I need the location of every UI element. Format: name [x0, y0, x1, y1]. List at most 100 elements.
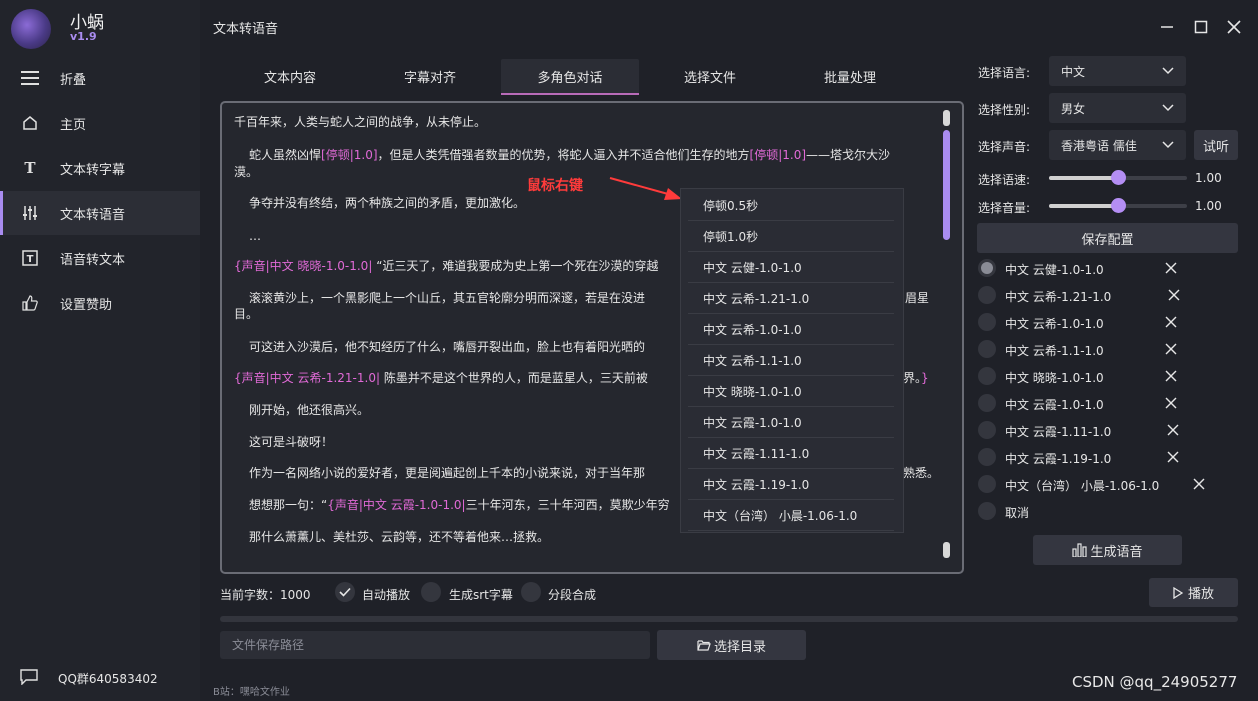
voice-list-item[interactable]: 中文 云霞-1.0-1.0	[978, 393, 1238, 415]
gender-select[interactable]: 男女	[1049, 93, 1186, 123]
scrollbar-thumb[interactable]	[943, 130, 950, 240]
remove-voice-icon[interactable]	[1165, 395, 1177, 413]
voice-list-item[interactable]: 中文 云希-1.21-1.0	[978, 285, 1238, 307]
tab-batch[interactable]: 批量处理	[781, 59, 919, 93]
voice-radio[interactable]	[978, 475, 996, 493]
context-menu-item[interactable]: 中文 云霞-1.19-1.0	[688, 469, 894, 500]
editor-paragraph: 争夺并没有终结，两个种族之间的矛盾，更加激化。	[249, 196, 526, 210]
remove-voice-icon[interactable]	[1165, 314, 1177, 332]
volume-slider[interactable]	[1049, 198, 1187, 213]
remove-voice-icon[interactable]	[1167, 422, 1179, 440]
play-label: 播放	[1187, 587, 1214, 602]
sidebar-collapse[interactable]: 折叠	[0, 56, 200, 100]
status-text: B站：嘿哈文作业	[213, 687, 290, 698]
editor-paragraph: 蛇人虽然凶悍[停顿|1.0]，但是人类凭借强者数量的优势，将蛇人逼入并不适合他们…	[249, 148, 891, 162]
context-menu-item[interactable]: 中文 云霞-1.0-1.0	[688, 407, 894, 438]
sidebar-item-settings-sponsor[interactable]: 设置赞助	[0, 281, 200, 325]
context-menu-item[interactable]: 中文 云希-1.0-1.0	[688, 314, 894, 345]
play-icon	[1173, 586, 1183, 599]
maximize-button[interactable]	[1189, 15, 1213, 39]
play-button[interactable]: 播放	[1149, 578, 1238, 607]
menu-icon	[20, 68, 40, 88]
segment-checkbox[interactable]	[521, 582, 541, 602]
voice-radio[interactable]	[978, 502, 996, 520]
context-menu-item[interactable]: 停顿0.5秒	[688, 190, 894, 221]
sidebar-item-text-to-subtitle[interactable]: T 文本转字幕	[0, 146, 200, 190]
context-menu-item[interactable]: 中文 晓晓-1.0-1.0	[688, 376, 894, 407]
voice-list-item[interactable]: 中文 云霞-1.19-1.0	[978, 447, 1238, 469]
sidebar-item-label: 语音转文本	[60, 252, 126, 268]
home-icon	[20, 113, 40, 133]
voice-radio[interactable]	[978, 448, 996, 466]
voice-radio[interactable]	[978, 259, 996, 277]
voice-list-item[interactable]: 中文 云健-1.0-1.0	[978, 258, 1238, 280]
voice-list-label: 中文（台湾） 小晨-1.06-1.0	[1005, 478, 1160, 493]
voice-list-label: 中文 云希-1.21-1.0	[1005, 289, 1112, 304]
generate-speech-button[interactable]: 生成语音	[1033, 535, 1182, 565]
close-icon	[1227, 20, 1241, 34]
audition-button[interactable]: 试听	[1194, 130, 1238, 160]
voice-list-item[interactable]: 取消	[978, 501, 1238, 523]
tab-text-content[interactable]: 文本内容	[221, 59, 359, 93]
context-menu-item[interactable]: 停顿1.0秒	[688, 221, 894, 252]
voice-radio[interactable]	[978, 340, 996, 358]
voice-list-label: 取消	[1005, 505, 1030, 520]
minimize-button[interactable]	[1155, 15, 1179, 39]
voice-radio[interactable]	[978, 367, 996, 385]
remove-voice-icon[interactable]	[1165, 260, 1177, 278]
scrollbar-down-arrow[interactable]	[943, 542, 950, 558]
collapse-label: 折叠	[60, 72, 87, 88]
voice-select[interactable]: 香港粤语 儒佳	[1049, 130, 1186, 160]
char-count: 当前字数：1000	[220, 588, 311, 602]
voice-radio[interactable]	[978, 421, 996, 439]
tab-select-file[interactable]: 选择文件	[641, 59, 779, 93]
language-select[interactable]: 中文	[1049, 56, 1186, 86]
rate-slider-handle[interactable]	[1111, 170, 1126, 185]
scrollbar-up-arrow[interactable]	[943, 110, 950, 126]
context-menu-item[interactable]: 中文 云希-1.1-1.0	[688, 345, 894, 376]
voice-list-label: 中文 云希-1.1-1.0	[1005, 343, 1104, 358]
remove-voice-icon[interactable]	[1167, 449, 1179, 467]
srt-checkbox[interactable]	[421, 582, 441, 602]
context-menu-item[interactable]: 中文 云健-1.0-1.0	[688, 252, 894, 283]
sidebar-item-speech-to-text[interactable]: T 语音转文本	[0, 236, 200, 280]
autoplay-checkbox[interactable]	[335, 582, 355, 602]
voice-radio[interactable]	[978, 394, 996, 412]
voice-list-item[interactable]: 中文 云霞-1.11-1.0	[978, 420, 1238, 442]
sidebar-item-home[interactable]: 主页	[0, 101, 200, 145]
voice-list-label: 中文 云希-1.0-1.0	[1005, 316, 1104, 331]
text-t-icon: T	[24, 159, 36, 177]
voice-list-item[interactable]: 中文 晓晓-1.0-1.0	[978, 366, 1238, 388]
rate-slider[interactable]	[1049, 170, 1187, 185]
choose-directory-button[interactable]: 选择目录	[657, 630, 806, 660]
sliders-icon	[20, 203, 40, 223]
annotation-arrow	[609, 177, 682, 200]
save-config-button[interactable]: 保存配置	[977, 223, 1238, 253]
bar-chart-icon	[1072, 543, 1088, 557]
voice-radio[interactable]	[978, 313, 996, 331]
context-menu-item[interactable]: 中文 云希-1.21-1.0	[688, 283, 894, 314]
editor-paragraph: 可这进入沙漠后，他不知经历了什么，嘴唇开裂出血，脸上也有着阳光晒的	[249, 340, 646, 354]
context-menu-item[interactable]: 中文（台湾） 小晨-1.06-1.0	[688, 500, 894, 531]
thumbs-up-icon	[20, 293, 40, 313]
tab-multi-role-dialog[interactable]: 多角色对话	[501, 59, 639, 95]
voice-list-item[interactable]: 中文 云希-1.1-1.0	[978, 339, 1238, 361]
close-button[interactable]	[1222, 15, 1246, 39]
voice-radio[interactable]	[978, 286, 996, 304]
sidebar-item-text-to-speech[interactable]: 文本转语音	[0, 191, 200, 235]
window-title: 文本转语音	[213, 22, 279, 37]
remove-voice-icon[interactable]	[1193, 476, 1205, 494]
tab-subtitle-align[interactable]: 字幕对齐	[361, 59, 499, 93]
annotation-label: 鼠标右键	[527, 178, 583, 194]
editor-paragraph: 漠。	[234, 165, 259, 179]
volume-slider-handle[interactable]	[1111, 198, 1126, 213]
editor-paragraph: {声音|中文 晓晓-1.0-1.0| “近三天了，难道我要成为史上第一个死在沙漠…	[234, 259, 659, 273]
minimize-icon	[1161, 26, 1173, 28]
save-path-input[interactable]	[220, 631, 650, 659]
remove-voice-icon[interactable]	[1165, 368, 1177, 386]
remove-voice-icon[interactable]	[1168, 287, 1180, 305]
voice-list-item[interactable]: 中文 云希-1.0-1.0	[978, 312, 1238, 334]
context-menu-item[interactable]: 中文 云霞-1.11-1.0	[688, 438, 894, 469]
editor-paragraph: 熟悉。	[903, 466, 940, 480]
remove-voice-icon[interactable]	[1165, 341, 1177, 359]
